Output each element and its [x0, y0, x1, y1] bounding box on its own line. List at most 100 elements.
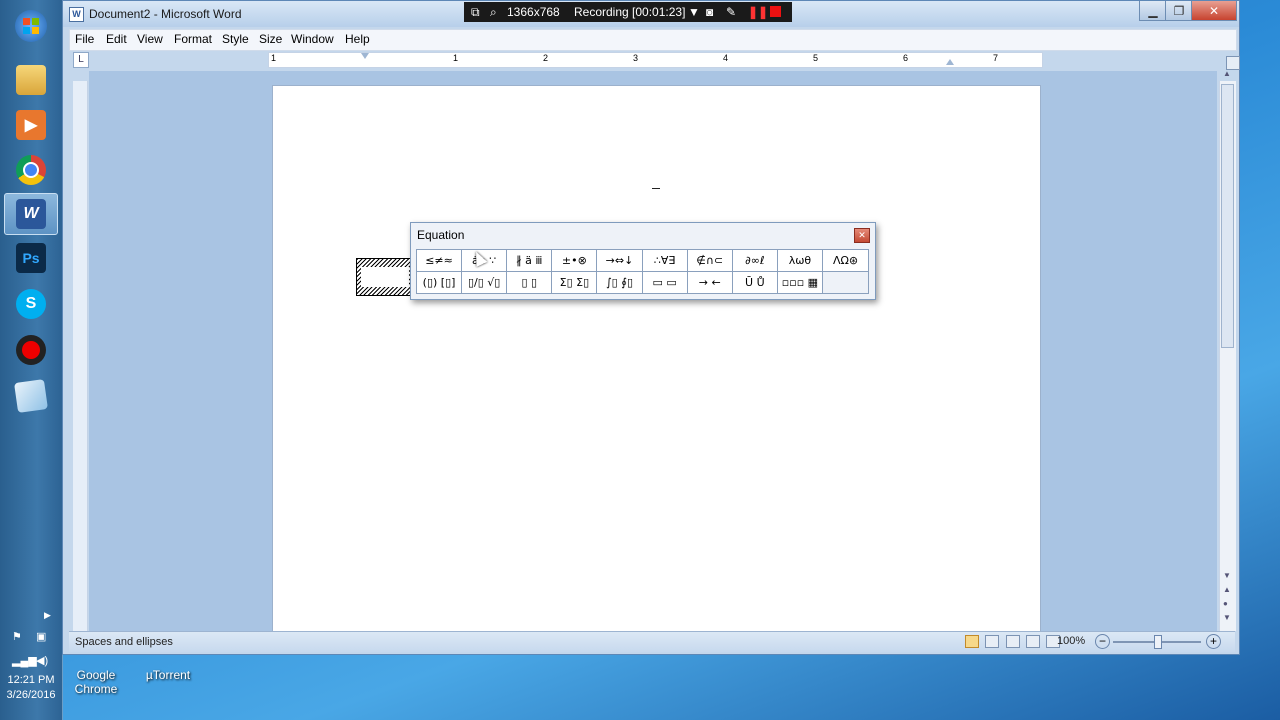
operator-symbols-button[interactable]: ±•⊗: [552, 250, 598, 271]
equation-toolbar-title[interactable]: Equation: [417, 228, 464, 242]
summation-button[interactable]: Σ▯ Σ▯: [552, 272, 598, 293]
equation-close-button[interactable]: ✕: [854, 228, 870, 243]
scroll-up-arrow-icon[interactable]: ▲: [1223, 69, 1231, 78]
logical-symbols-button[interactable]: ∴∀∃: [643, 250, 688, 271]
photoshop-icon: Ps: [16, 243, 46, 273]
taskbar-recorder[interactable]: [9, 330, 53, 370]
restore-doc-icon[interactable]: [1226, 56, 1240, 70]
empty-palette-slot: [822, 272, 869, 293]
misc-symbols-button[interactable]: ∂∞ℓ: [733, 250, 778, 271]
recording-status: Recording [00:01:23]: [574, 5, 686, 19]
taskbar-skype[interactable]: S: [9, 284, 53, 324]
status-bar: Spaces and ellipses 100% − +: [69, 631, 1235, 652]
word-icon: W: [16, 199, 46, 229]
fraction-placeholder: [652, 178, 660, 206]
underbar-overbar-button[interactable]: ▭ ▭: [643, 272, 688, 293]
chrome-icon: [16, 155, 46, 185]
taskbar-photoshop[interactable]: Ps: [9, 238, 53, 278]
subscript-superscript-button[interactable]: ▯ ▯: [507, 272, 553, 293]
fence-templates-button[interactable]: (▯) [▯]: [417, 272, 463, 293]
desktop-icon-utorrent[interactable]: µTorrent: [140, 668, 196, 682]
volume-icon[interactable]: ◀): [36, 654, 48, 667]
zoom-in-icon[interactable]: +: [1206, 634, 1221, 649]
tab-selector[interactable]: L: [73, 52, 89, 68]
status-text: Spaces and ellipses: [75, 636, 173, 648]
menu-help[interactable]: Help: [345, 32, 370, 46]
dropdown-arrow-icon[interactable]: ▼: [688, 5, 700, 19]
horizontal-ruler[interactable]: 1 1 2 3 4 5 6 7: [268, 52, 1043, 68]
pause-icon[interactable]: ❚❚: [748, 5, 768, 19]
taskbar-media-player[interactable]: ▶: [9, 105, 53, 145]
pencil-icon[interactable]: ✎: [726, 5, 736, 19]
maximize-button[interactable]: ❐: [1165, 1, 1193, 21]
ruler-mark: 4: [723, 53, 729, 63]
browse-object-icon[interactable]: ●: [1223, 599, 1228, 608]
taskbar-word[interactable]: W: [4, 193, 58, 235]
scroll-down-arrow-icon[interactable]: ▼: [1223, 571, 1231, 580]
web-layout-icon[interactable]: [1005, 635, 1020, 648]
device-icon[interactable]: ▣: [36, 630, 46, 643]
taskbar-notes[interactable]: [9, 376, 53, 416]
ruler-mark: 5: [813, 53, 819, 63]
set-theory-button[interactable]: ∉∩⊂: [688, 250, 733, 271]
outline-icon[interactable]: [1026, 635, 1041, 648]
zoom-level[interactable]: 100%: [1057, 635, 1085, 647]
taskbar-chrome[interactable]: [9, 150, 53, 190]
menu-style[interactable]: Style: [222, 32, 249, 46]
equation-slot[interactable]: [361, 267, 409, 287]
record-icon: [16, 335, 46, 365]
document-page[interactable]: [272, 85, 1041, 631]
system-tray: ⚑ ▣ ▂▄▆ ◀) 12:21 PM 3/26/2016: [0, 620, 62, 720]
fraction-radical-button[interactable]: ▯/▯ √▯: [462, 272, 508, 293]
fullscreen-icon[interactable]: ⧉: [471, 5, 480, 20]
next-page-icon[interactable]: ▼: [1223, 613, 1231, 622]
left-indent-marker[interactable]: [361, 53, 369, 59]
recording-resolution: 1366x768: [507, 5, 560, 19]
taskbar-explorer[interactable]: [9, 60, 53, 100]
scroll-thumb[interactable]: [1221, 84, 1234, 348]
print-layout-icon[interactable]: [965, 635, 979, 648]
recording-bar: ⧉ ⌕ 1366x768 Recording [00:01:23] ▼ ◙ ✎ …: [464, 2, 792, 22]
integral-button[interactable]: ∫▯ ∮▯: [597, 272, 643, 293]
zoom-slider-thumb[interactable]: [1154, 635, 1162, 649]
relational-symbols-button[interactable]: ≤≠≈: [417, 250, 463, 271]
zoom-out-icon[interactable]: −: [1095, 634, 1110, 649]
action-center-icon[interactable]: ⚑: [12, 630, 22, 643]
minimize-button[interactable]: ▁: [1139, 1, 1167, 21]
vertical-scrollbar[interactable]: ▲ ▼ ▲ ● ▼: [1219, 69, 1236, 631]
taskbar: ▶ W Ps S ▶ ⚑ ▣ ▂▄▆ ◀) 12:21 PM 3/26/2016: [0, 0, 63, 720]
camera-icon[interactable]: ◙: [706, 5, 713, 19]
desktop-icon-chrome[interactable]: Google Chrome: [70, 668, 122, 696]
menu-edit[interactable]: Edit: [106, 32, 127, 46]
close-button[interactable]: ✕: [1191, 1, 1237, 21]
view-buttons: [965, 635, 1061, 651]
menu-format[interactable]: Format: [174, 32, 212, 46]
menu-view[interactable]: View: [137, 32, 163, 46]
right-indent-marker[interactable]: [946, 59, 954, 65]
stop-icon[interactable]: [770, 6, 781, 17]
equation-object[interactable]: [356, 258, 412, 296]
menu-file[interactable]: File: [75, 32, 94, 46]
folder-icon: [16, 65, 46, 95]
labeled-arrow-button[interactable]: → ←: [688, 272, 733, 293]
notes-icon: [14, 379, 48, 413]
ruler-mark: 7: [993, 53, 999, 63]
equation-toolbar: Equation ✕ ≤≠≈ ȧb ∵ ∦ ä ⅲ ±•⊗ →⇔↓ ∴∀∃ ∉∩…: [410, 222, 876, 300]
matrix-button[interactable]: ▫▫▫ ▦: [778, 272, 823, 293]
zoom-search-icon[interactable]: ⌕: [490, 5, 497, 20]
media-player-icon: ▶: [16, 110, 46, 140]
start-button[interactable]: [9, 6, 53, 46]
prev-page-icon[interactable]: ▲: [1223, 585, 1231, 594]
clock-time[interactable]: 12:21 PM: [0, 674, 62, 686]
network-icon[interactable]: ▂▄▆: [12, 654, 37, 667]
full-screen-reading-icon[interactable]: [985, 635, 1000, 648]
embellishments-button[interactable]: ∦ ä ⅲ: [507, 250, 553, 271]
products-set-button[interactable]: Ū Ů: [733, 272, 778, 293]
vertical-ruler[interactable]: [73, 81, 88, 631]
menu-window[interactable]: Window: [291, 32, 334, 46]
greek-lowercase-button[interactable]: λωθ: [778, 250, 823, 271]
clock-date[interactable]: 3/26/2016: [0, 689, 62, 701]
menu-size[interactable]: Size: [259, 32, 282, 46]
arrow-symbols-button[interactable]: →⇔↓: [597, 250, 643, 271]
greek-uppercase-button[interactable]: ΛΩ⊛: [823, 250, 868, 271]
